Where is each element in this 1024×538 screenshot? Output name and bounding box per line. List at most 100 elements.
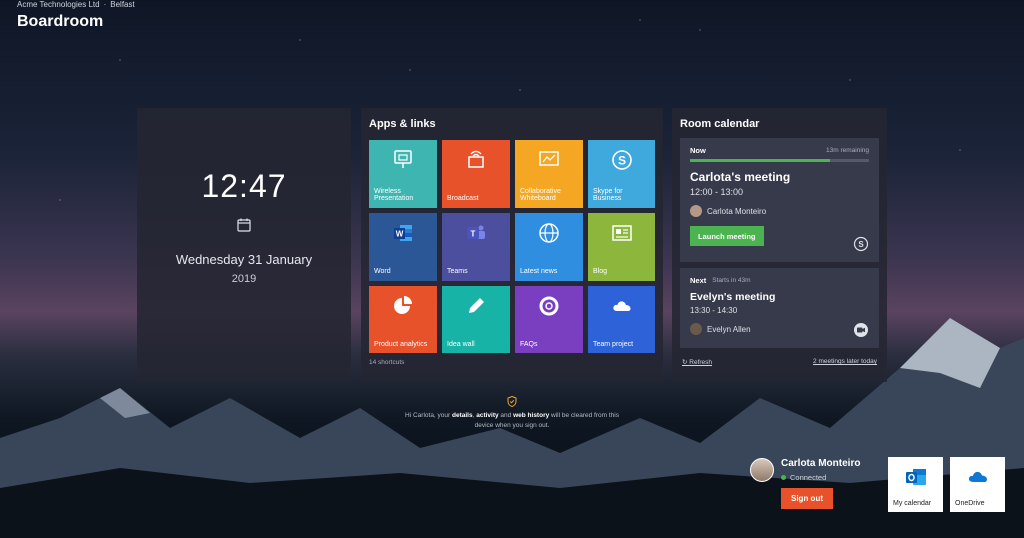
outlook-icon bbox=[905, 469, 926, 485]
current-meeting-title: Carlota's meeting bbox=[690, 170, 791, 184]
onedrive-label: OneDrive bbox=[955, 500, 985, 507]
svg-text:W: W bbox=[396, 230, 404, 239]
breadcrumb-separator: · bbox=[103, 0, 107, 9]
next-label: Next bbox=[690, 276, 707, 285]
launch-meeting-button[interactable]: Launch meeting bbox=[690, 226, 764, 246]
connection-status: Connected bbox=[781, 473, 826, 482]
apps-panel: Apps & links Wireless Presentation Broadc… bbox=[361, 108, 663, 382]
page-title: Boardroom bbox=[17, 13, 104, 30]
app-tile-label: Skype for Business bbox=[593, 187, 623, 203]
time-remaining: 13m remaining bbox=[826, 147, 869, 154]
avatar bbox=[690, 323, 702, 335]
my-calendar-button[interactable]: My calendar bbox=[888, 457, 943, 512]
app-tile-teams[interactable]: T Teams bbox=[442, 213, 510, 281]
clock-time: 12:47 bbox=[201, 168, 287, 204]
company-name: Acme Technologies Ltd bbox=[17, 0, 100, 9]
status-dot bbox=[781, 475, 786, 480]
privacy-notice: Hi Carlota, your details, activity and w… bbox=[400, 396, 624, 431]
app-tiles: Wireless Presentation Broadcast Collaborat… bbox=[369, 140, 655, 353]
next-meeting-title: Evelyn's meeting bbox=[690, 291, 776, 303]
app-tile-label: Latest news bbox=[520, 268, 558, 276]
current-meeting-time: 12:00 - 13:00 bbox=[690, 187, 744, 197]
app-tile-label: Teams bbox=[447, 268, 468, 276]
shortcuts-count: 14 shortcuts bbox=[369, 359, 405, 366]
app-tile-label: Product analytics bbox=[374, 341, 428, 349]
avatar bbox=[690, 205, 702, 217]
user-name: Carlota Monteiro bbox=[781, 458, 861, 469]
pie-chart-icon bbox=[394, 296, 412, 315]
app-tile-product-analytics[interactable]: Product analytics bbox=[369, 286, 437, 353]
calendar-icon bbox=[237, 218, 251, 232]
later-meetings-link[interactable]: 2 meetings later today bbox=[813, 358, 877, 366]
app-tile-label: Idea wall bbox=[447, 341, 475, 349]
app-tile-team-project[interactable]: Team project bbox=[588, 286, 655, 353]
sign-out-button[interactable]: Sign out bbox=[781, 488, 833, 509]
app-tile-label: Collaborative Whiteboard bbox=[520, 187, 561, 203]
app-tile-label: FAQs bbox=[520, 341, 538, 349]
clock-date: Wednesday 31 January bbox=[175, 252, 313, 267]
app-tile-blog[interactable]: Blog bbox=[588, 213, 655, 281]
shield-icon bbox=[507, 396, 517, 407]
current-meeting-card[interactable]: Now 13m remaining Carlota's meeting 12:0… bbox=[680, 138, 879, 262]
app-tile-label: Wireless Presentation bbox=[374, 187, 414, 203]
app-tile-label: Team project bbox=[593, 341, 634, 349]
skype-icon: S bbox=[853, 236, 869, 252]
lifebuoy-icon bbox=[539, 296, 559, 316]
clock-year: 2019 bbox=[231, 273, 257, 285]
app-tile-label: Word bbox=[374, 268, 391, 276]
refresh-label: Refresh bbox=[689, 359, 713, 366]
next-starts-in: Starts in 43m bbox=[712, 277, 751, 284]
app-tile-broadcast[interactable]: Broadcast bbox=[442, 140, 510, 208]
app-tile-collaborative-whiteboard[interactable]: Collaborative Whiteboard bbox=[515, 140, 583, 208]
app-tile-word[interactable]: W Word bbox=[369, 213, 437, 281]
app-tile-skype-for-business[interactable]: S Skype for Business bbox=[588, 140, 655, 208]
cloud-icon bbox=[613, 301, 631, 312]
cast-icon bbox=[394, 150, 412, 169]
privacy-details: details bbox=[452, 412, 473, 419]
globe-icon bbox=[539, 223, 559, 244]
svg-text:S: S bbox=[858, 240, 864, 249]
app-tile-label: Blog bbox=[593, 268, 608, 276]
privacy-history: web history bbox=[513, 412, 550, 419]
broadcast-icon bbox=[468, 151, 484, 169]
app-tile-label: Broadcast bbox=[447, 195, 479, 203]
apps-title: Apps & links bbox=[369, 118, 436, 130]
location-name: Belfast bbox=[110, 0, 135, 9]
refresh-link[interactable]: ↻ Refresh bbox=[682, 358, 712, 366]
privacy-and: and bbox=[498, 412, 514, 419]
app-tile-latest-news[interactable]: Latest news bbox=[515, 213, 583, 281]
app-tile-idea-wall[interactable]: Idea wall bbox=[442, 286, 510, 353]
onedrive-icon bbox=[968, 471, 987, 482]
my-calendar-label: My calendar bbox=[893, 500, 932, 507]
header: Acme Technologies Ltd · Belfast Boardroo… bbox=[17, 0, 135, 31]
onedrive-button[interactable]: OneDrive bbox=[950, 457, 1005, 512]
next-meeting-card[interactable]: Next Starts in 43m Evelyn's meeting 13:3… bbox=[680, 268, 879, 348]
app-tile-wireless-presentation[interactable]: Wireless Presentation bbox=[369, 140, 437, 208]
now-label: Now bbox=[690, 146, 706, 155]
app-tile-faqs[interactable]: FAQs bbox=[515, 286, 583, 353]
newspaper-icon bbox=[612, 225, 632, 242]
word-icon: W bbox=[394, 225, 412, 242]
status-text: Connected bbox=[790, 473, 827, 482]
organizer-name: Carlota Monteiro bbox=[707, 206, 767, 216]
whiteboard-icon bbox=[539, 151, 559, 167]
video-camera-icon bbox=[854, 323, 868, 337]
breadcrumb: Acme Technologies Ltd · Belfast bbox=[17, 0, 135, 9]
svg-text:S: S bbox=[618, 154, 626, 168]
privacy-text-prefix: Hi Carlota, your bbox=[405, 412, 452, 419]
skype-icon: S bbox=[612, 150, 632, 171]
calendar-title: Room calendar bbox=[680, 118, 760, 130]
organizer-name: Evelyn Allen bbox=[707, 324, 751, 334]
svg-text:T: T bbox=[471, 230, 476, 239]
clock-panel: 12:47 Wednesday 31 January 2019 bbox=[137, 108, 351, 382]
teams-icon: T bbox=[467, 225, 485, 240]
calendar-footer: ↻ Refresh 2 meetings later today bbox=[680, 358, 879, 366]
current-meeting-organizer: Carlota Monteiro bbox=[690, 205, 869, 217]
pencil-icon bbox=[469, 298, 484, 314]
meeting-progress-fill bbox=[690, 159, 830, 162]
meeting-progress-bar bbox=[690, 159, 869, 162]
next-meeting-organizer: Evelyn Allen bbox=[690, 323, 869, 335]
avatar bbox=[750, 458, 774, 482]
privacy-activity: activity bbox=[476, 412, 499, 419]
calendar-panel: Room calendar Now 13m remaining Carlota'… bbox=[672, 108, 887, 382]
